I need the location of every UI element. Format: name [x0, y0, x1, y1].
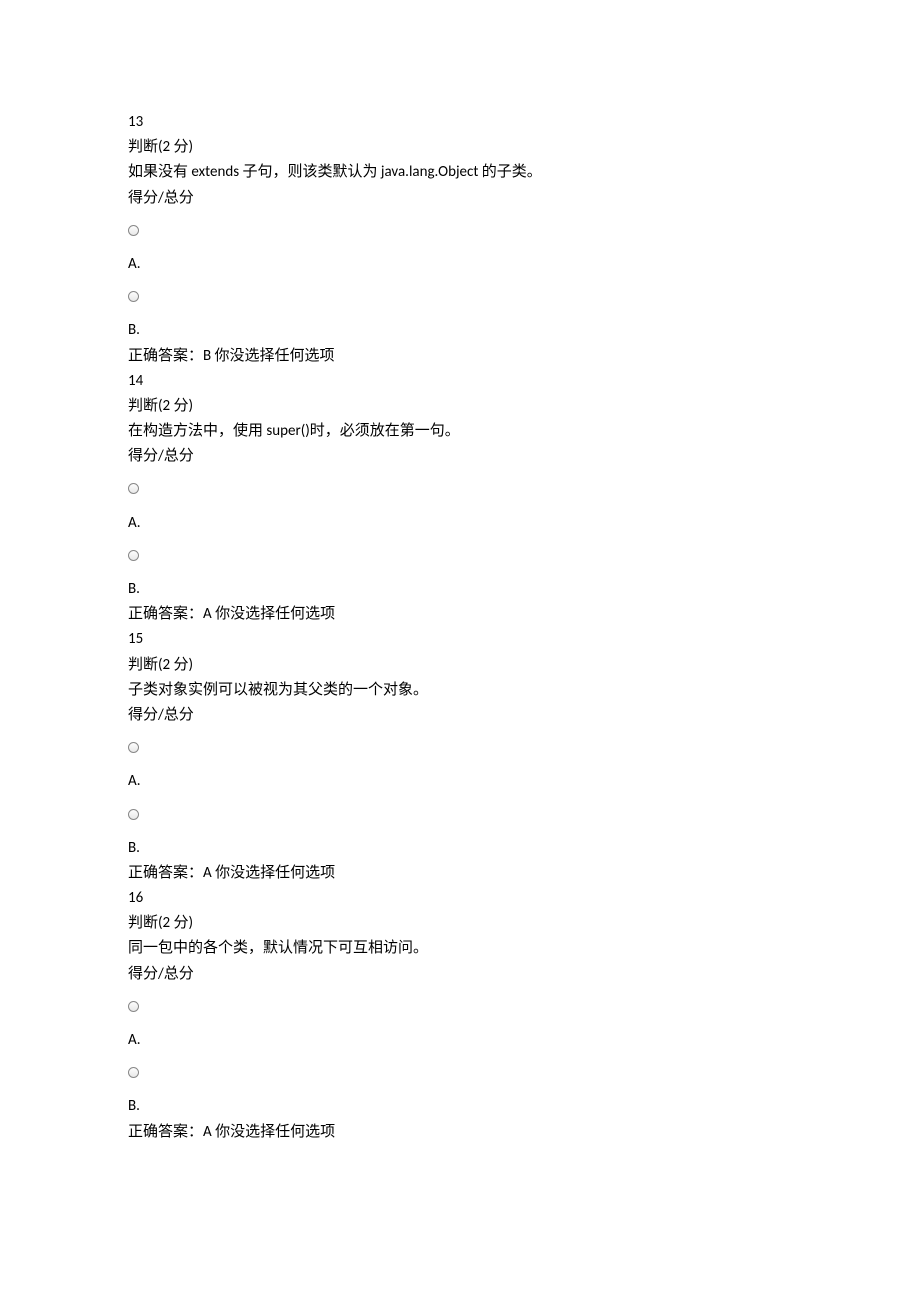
- radio-option-b[interactable]: [128, 544, 792, 569]
- correct-answer: 正确答案：A 你没选择任何选项: [128, 602, 792, 627]
- radio-icon: [128, 809, 139, 820]
- radio-icon: [128, 483, 139, 494]
- question-stem: 子类对象实例可以被视为其父类的一个对象。: [128, 678, 792, 703]
- option-b-label: B.: [128, 318, 792, 343]
- question-stem: 同一包中的各个类，默认情况下可互相访问。: [128, 936, 792, 961]
- radio-option-b[interactable]: [128, 285, 792, 310]
- radio-icon: [128, 225, 139, 236]
- radio-option-b[interactable]: [128, 1061, 792, 1086]
- question-type: 判断(2 分): [128, 394, 792, 419]
- option-a-label: A.: [128, 769, 792, 794]
- score-label: 得分/总分: [128, 962, 792, 987]
- question-number: 16: [128, 886, 792, 911]
- score-label: 得分/总分: [128, 703, 792, 728]
- question-type: 判断(2 分): [128, 911, 792, 936]
- question-16: 16 判断(2 分) 同一包中的各个类，默认情况下可互相访问。 得分/总分 A.…: [128, 886, 792, 1145]
- score-label: 得分/总分: [128, 444, 792, 469]
- radio-option-b[interactable]: [128, 803, 792, 828]
- question-number: 14: [128, 369, 792, 394]
- question-14: 14 判断(2 分) 在构造方法中，使用 super()时，必须放在第一句。 得…: [128, 369, 792, 628]
- question-15: 15 判断(2 分) 子类对象实例可以被视为其父类的一个对象。 得分/总分 A.…: [128, 627, 792, 886]
- option-a-label: A.: [128, 511, 792, 536]
- radio-icon: [128, 291, 139, 302]
- correct-answer: 正确答案：A 你没选择任何选项: [128, 1120, 792, 1145]
- correct-answer: 正确答案：B 你没选择任何选项: [128, 344, 792, 369]
- radio-icon: [128, 742, 139, 753]
- radio-option-a[interactable]: [128, 219, 792, 244]
- option-a-label: A.: [128, 1028, 792, 1053]
- radio-icon: [128, 1001, 139, 1012]
- radio-icon: [128, 1067, 139, 1078]
- question-stem: 在构造方法中，使用 super()时，必须放在第一句。: [128, 419, 792, 444]
- option-b-label: B.: [128, 836, 792, 861]
- option-b-label: B.: [128, 577, 792, 602]
- option-a-label: A.: [128, 252, 792, 277]
- question-type: 判断(2 分): [128, 135, 792, 160]
- question-stem: 如果没有 extends 子句，则该类默认为 java.lang.Object …: [128, 160, 792, 185]
- option-b-label: B.: [128, 1094, 792, 1119]
- radio-option-a[interactable]: [128, 995, 792, 1020]
- question-number: 13: [128, 110, 792, 135]
- radio-icon: [128, 550, 139, 561]
- question-number: 15: [128, 627, 792, 652]
- correct-answer: 正确答案：A 你没选择任何选项: [128, 861, 792, 886]
- question-type: 判断(2 分): [128, 653, 792, 678]
- score-label: 得分/总分: [128, 186, 792, 211]
- question-13: 13 判断(2 分) 如果没有 extends 子句，则该类默认为 java.l…: [128, 110, 792, 369]
- radio-option-a[interactable]: [128, 477, 792, 502]
- radio-option-a[interactable]: [128, 736, 792, 761]
